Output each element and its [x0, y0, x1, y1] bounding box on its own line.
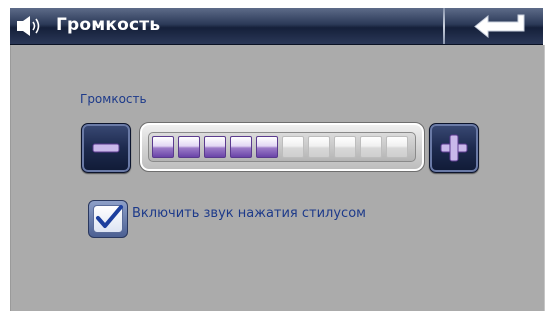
volume-segment-off[interactable]: [308, 136, 330, 158]
header-divider: [443, 8, 445, 44]
volume-increase-button[interactable]: [429, 123, 479, 173]
stylus-sound-checkbox[interactable]: [88, 200, 128, 238]
volume-segment-on[interactable]: [152, 136, 174, 158]
volume-segment-on[interactable]: [204, 136, 226, 158]
volume-segment-off[interactable]: [386, 136, 408, 158]
header-bar: Громкость: [10, 8, 543, 45]
volume-segment-off[interactable]: [282, 136, 304, 158]
minus-icon: [92, 143, 120, 153]
volume-label: Громкость: [80, 92, 147, 106]
return-arrow-icon: [474, 14, 525, 38]
checkmark-icon: [96, 205, 123, 228]
volume-decrease-button[interactable]: [81, 123, 131, 173]
volume-level-slider[interactable]: [139, 122, 425, 172]
volume-segment-on[interactable]: [178, 136, 200, 158]
plus-icon: [440, 134, 468, 162]
volume-segment-off[interactable]: [360, 136, 382, 158]
page-title: Громкость: [56, 15, 161, 35]
volume-settings-screen: Громкость Громкость Включить звук нажати…: [0, 0, 549, 311]
back-button[interactable]: [446, 8, 543, 44]
volume-segments: [152, 136, 408, 158]
volume-level-track: [148, 132, 416, 162]
volume-segment-off[interactable]: [334, 136, 356, 158]
settings-panel: Громкость Включить звук нажатия стилусом: [10, 45, 545, 311]
stylus-sound-label[interactable]: Включить звук нажатия стилусом: [132, 206, 366, 221]
volume-segment-on[interactable]: [230, 136, 252, 158]
volume-segment-on[interactable]: [256, 136, 278, 158]
speaker-icon: [17, 16, 40, 36]
